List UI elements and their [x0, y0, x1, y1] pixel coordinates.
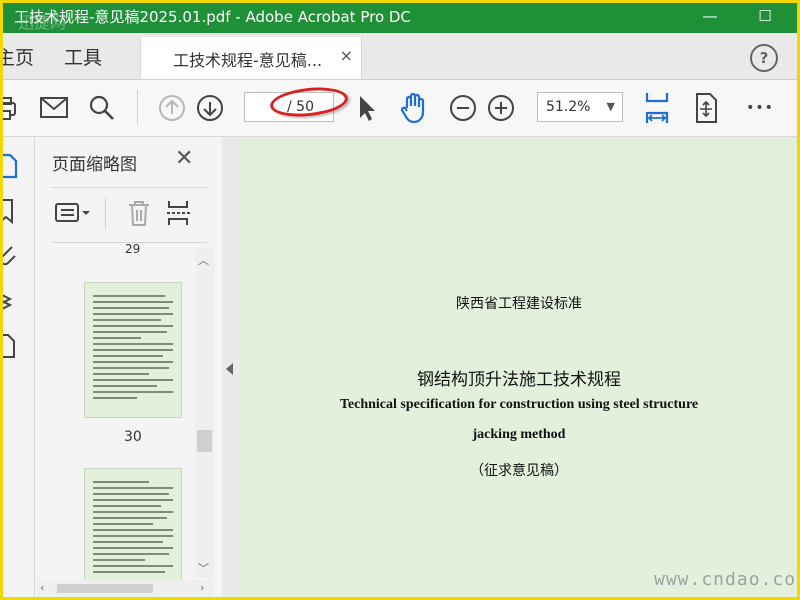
- thumbnail-page-30[interactable]: [85, 283, 181, 417]
- red-annotation-ellipse: [268, 84, 350, 120]
- scroll-down-icon[interactable]: ﹀: [198, 560, 209, 576]
- window-title: 工技术规程-意见稿2025.01.pdf - Adobe Acrobat Pro…: [14, 8, 411, 26]
- attachments-icon[interactable]: [0, 241, 18, 267]
- zoom-in-icon[interactable]: [485, 92, 517, 124]
- thumbnail-horizontal-scrollbar[interactable]: ‹ ›: [37, 580, 214, 597]
- thumbnail-text-lines: [93, 295, 173, 403]
- watermark-logo: 迅捷网: [18, 13, 67, 32]
- doc-draft-note: （征求意见稿）: [470, 463, 568, 479]
- scroll-up-icon[interactable]: ︿: [198, 252, 209, 268]
- select-cursor-icon[interactable]: [351, 92, 383, 124]
- zoom-dropdown[interactable]: 51.2% ▼: [537, 92, 623, 122]
- more-tools-button[interactable]: •••: [740, 92, 780, 124]
- next-page-icon[interactable]: [194, 92, 226, 124]
- layers-icon[interactable]: [0, 287, 18, 313]
- chevron-down-icon: ▼: [606, 100, 615, 113]
- doc-title-en-line2: jacking method: [472, 427, 566, 442]
- document-tab-label: 工技术规程-意见稿...: [173, 51, 323, 70]
- document-tab[interactable]: 工技术规程-意见稿... ×: [140, 37, 362, 79]
- menu-tools[interactable]: 工具: [64, 43, 102, 70]
- previous-page-icon[interactable]: [156, 92, 188, 124]
- doc-title-cn: 钢结构顶升法施工技术规程: [417, 370, 621, 390]
- scroll-left-icon[interactable]: ‹: [40, 581, 44, 594]
- bookmarks-icon[interactable]: [0, 197, 18, 225]
- title-bar: 工技术规程-意见稿2025.01.pdf - Adobe Acrobat Pro…: [0, 0, 800, 33]
- menu-bar: 主页 工具: [0, 33, 800, 80]
- thumbnail-29-label: 29: [125, 242, 141, 256]
- navigation-rail: [0, 137, 35, 600]
- scroll-right-icon[interactable]: ›: [200, 581, 204, 594]
- thumbnail-options-icon[interactable]: [52, 198, 96, 228]
- help-button[interactable]: ?: [750, 44, 778, 72]
- menu-home[interactable]: 主页: [0, 43, 34, 70]
- panel-title: 页面缩略图: [52, 155, 137, 175]
- scrollbar-thumb[interactable]: [197, 430, 212, 452]
- page-thumbnails-icon[interactable]: [0, 151, 18, 179]
- close-tab-button[interactable]: ×: [340, 46, 353, 65]
- panel-tool-separator: [105, 197, 106, 229]
- toolbar-separator: [137, 90, 138, 124]
- search-icon[interactable]: [86, 92, 118, 124]
- document-page[interactable]: 陕西省工程建设标准 钢结构顶升法施工技术规程 Technical specifi…: [238, 137, 800, 600]
- panel-collapse-handle[interactable]: [222, 137, 238, 600]
- email-icon[interactable]: [38, 92, 70, 124]
- delete-page-icon[interactable]: [123, 198, 155, 228]
- doc-standard-line: 陕西省工程建设标准: [456, 296, 582, 312]
- toolbar: / 50 51.2% ▼ •••: [0, 80, 800, 137]
- insert-page-icon[interactable]: [163, 198, 195, 228]
- collapse-arrow-icon: [226, 363, 233, 375]
- thumbnail-30-label: 30: [124, 429, 142, 445]
- document-icon[interactable]: [0, 331, 18, 358]
- site-watermark: www.cndao.com: [654, 569, 800, 590]
- doc-title-en-line1: Technical specification for construction…: [339, 397, 699, 412]
- hand-tool-icon[interactable]: [398, 92, 430, 124]
- thumbnail-vertical-scrollbar[interactable]: ︿ ﹀: [195, 248, 214, 578]
- maximize-button[interactable]: ☐: [750, 4, 780, 28]
- scroll-mode-icon[interactable]: [690, 92, 722, 124]
- horizontal-scrollbar-thumb[interactable]: [57, 584, 153, 593]
- fit-width-icon[interactable]: [641, 92, 673, 124]
- zoom-out-icon[interactable]: [447, 92, 479, 124]
- panel-divider: [52, 187, 207, 188]
- thumbnail-text-lines: [93, 481, 173, 577]
- minimize-button[interactable]: —: [695, 4, 725, 28]
- print-icon[interactable]: [0, 92, 20, 124]
- zoom-value: 51.2%: [546, 99, 591, 115]
- close-panel-button[interactable]: ✕: [175, 146, 193, 171]
